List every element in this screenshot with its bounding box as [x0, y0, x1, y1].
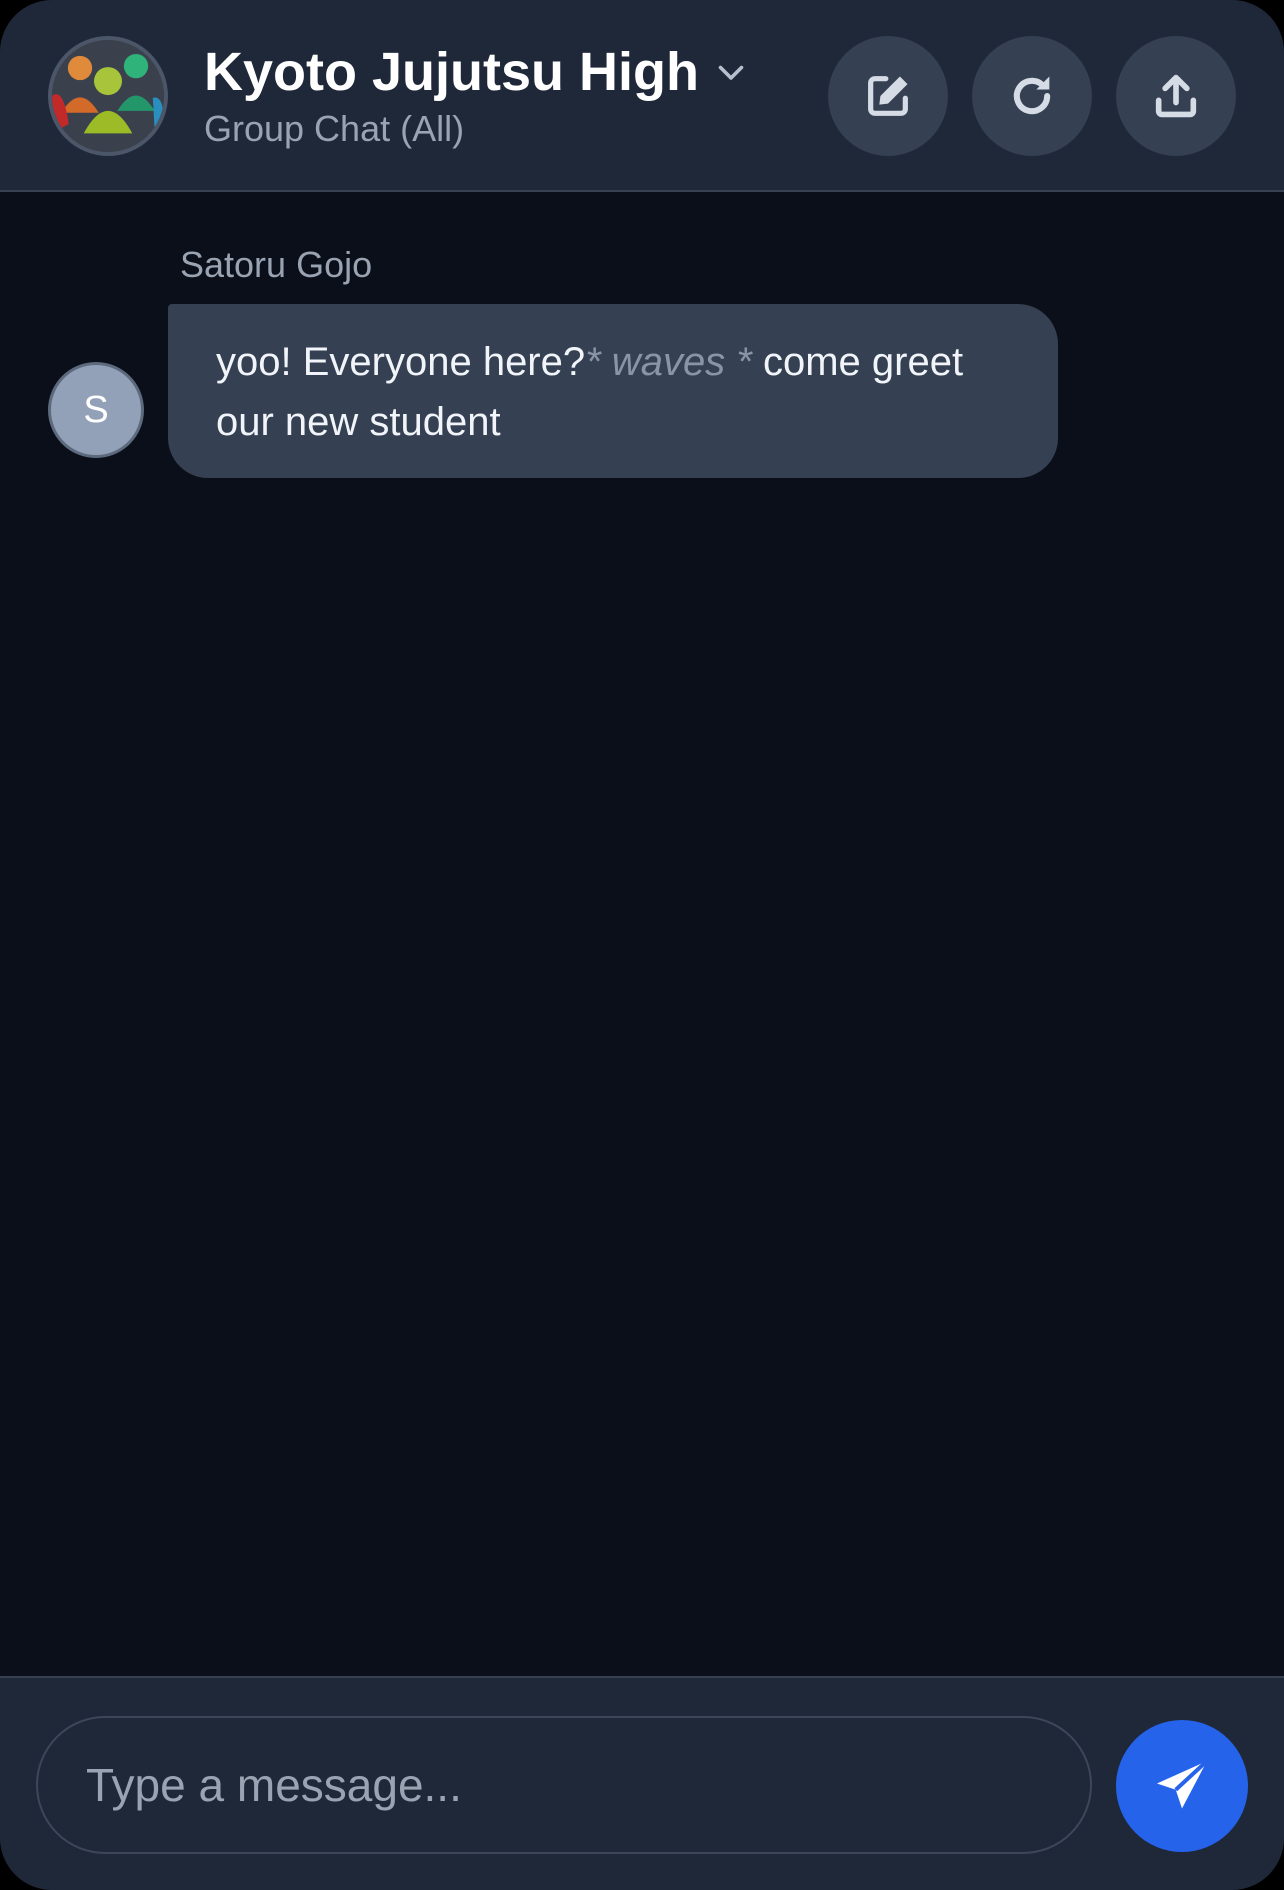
message-input[interactable]: [36, 1716, 1092, 1854]
chat-subtitle: Group Chat (All): [204, 108, 465, 149]
chat-title: Kyoto Jujutsu High: [204, 42, 699, 102]
message-text: yoo! Everyone here?: [216, 340, 586, 384]
send-icon: [1157, 1759, 1209, 1809]
avatar[interactable]: S: [48, 362, 144, 458]
title-row[interactable]: Kyoto Jujutsu High: [204, 42, 749, 102]
message-sender: Satoru Gojo: [180, 244, 373, 285]
chat-header: Kyoto Jujutsu High Group Chat (All): [0, 0, 1284, 192]
share-button[interactable]: [1116, 36, 1236, 156]
message-action: * waves *: [585, 340, 752, 384]
chat-window: Kyoto Jujutsu High Group Chat (All) Sato…: [0, 0, 1284, 1890]
message-bubble: yoo! Everyone here?* waves * come greet …: [168, 304, 1058, 478]
edit-button[interactable]: [828, 36, 948, 156]
group-people-icon: [52, 40, 164, 152]
edit-icon: [868, 76, 908, 116]
avatar-initial: S: [83, 388, 109, 431]
refresh-button[interactable]: [972, 36, 1092, 156]
message-list[interactable]: Satoru Gojo S yoo! Everyone here?* waves…: [0, 192, 1284, 1676]
group-avatar[interactable]: [48, 36, 168, 156]
upload-icon: [1155, 74, 1197, 118]
chevron-down-icon[interactable]: [713, 54, 749, 90]
refresh-icon: [1013, 76, 1051, 115]
send-button[interactable]: [1116, 1720, 1248, 1852]
message-composer: [0, 1676, 1284, 1890]
